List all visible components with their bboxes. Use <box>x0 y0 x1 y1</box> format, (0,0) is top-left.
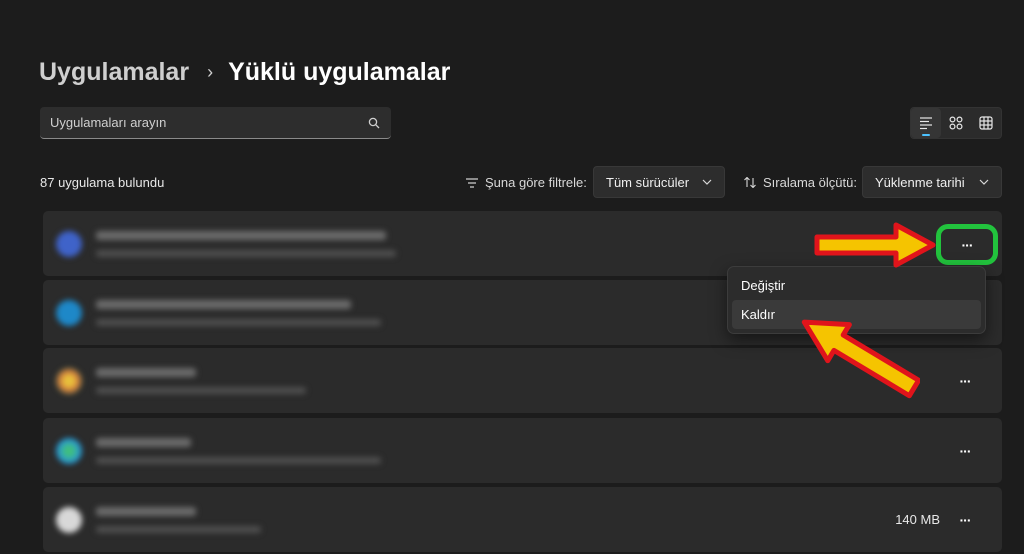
filter-dropdown-value: Tüm sürücüler <box>606 174 690 190</box>
sort-dropdown[interactable]: Yüklenme tarihi <box>862 166 1002 198</box>
app-list-item[interactable]: ··· <box>43 418 1002 483</box>
menu-item-uninstall[interactable]: Kaldır <box>732 300 981 329</box>
app-name-redacted <box>96 231 386 240</box>
app-size: 140 MB <box>895 512 940 527</box>
sort-label-text: Sıralama ölçütü: <box>763 175 857 190</box>
search-icon[interactable] <box>367 116 381 130</box>
breadcrumb: Uygulamalar › Yüklü uygulamalar <box>39 58 450 87</box>
filter-label: Şuna göre filtrele: <box>466 175 587 190</box>
app-name-redacted <box>96 300 351 309</box>
sort-icon <box>744 177 756 188</box>
menu-item-modify[interactable]: Değiştir <box>732 271 981 300</box>
app-name-redacted <box>96 438 191 447</box>
more-options-button-highlighted[interactable]: ··· <box>936 224 998 265</box>
search-input[interactable] <box>50 115 367 130</box>
app-details-redacted <box>96 250 396 257</box>
filter-label-text: Şuna göre filtrele: <box>485 175 587 190</box>
view-mode-switch <box>910 107 1002 139</box>
list-view-button[interactable] <box>911 108 941 138</box>
results-count: 87 uygulama bulundu <box>40 175 165 190</box>
list-view-icon <box>920 117 932 130</box>
breadcrumb-parent-link[interactable]: Uygulamalar <box>39 58 189 87</box>
tile-view-button[interactable] <box>971 108 1001 138</box>
app-details-redacted <box>96 526 261 533</box>
filter-dropdown[interactable]: Tüm sürücüler <box>593 166 725 198</box>
app-icon <box>56 368 82 394</box>
grid-view-button[interactable] <box>941 108 971 138</box>
more-options-button[interactable]: ··· <box>954 370 976 392</box>
more-options-button[interactable]: ··· <box>954 509 976 531</box>
app-icon <box>56 507 82 533</box>
chevron-down-icon <box>979 179 989 185</box>
chevron-down-icon <box>702 179 712 185</box>
tile-view-icon <box>979 116 993 130</box>
more-options-button[interactable]: ··· <box>954 440 976 462</box>
chevron-right-icon: › <box>207 62 214 82</box>
app-icon <box>56 231 82 257</box>
app-list-item[interactable]: 140 MB ··· <box>43 487 1002 552</box>
context-menu: Değiştir Kaldır <box>727 266 986 334</box>
app-name-redacted <box>96 368 196 377</box>
app-icon <box>56 300 82 326</box>
page-title: Yüklü uygulamalar <box>228 58 451 86</box>
app-icon <box>56 438 82 464</box>
filter-icon <box>466 177 478 188</box>
sort-dropdown-value: Yüklenme tarihi <box>875 174 965 190</box>
search-box[interactable] <box>40 107 391 139</box>
app-name-redacted <box>96 507 196 516</box>
app-details-redacted <box>96 319 381 326</box>
sort-label: Sıralama ölçütü: <box>744 175 857 190</box>
app-details-redacted <box>96 387 306 394</box>
grid-view-icon <box>949 116 963 130</box>
app-details-redacted <box>96 457 381 464</box>
app-list-item[interactable]: ··· <box>43 348 1002 413</box>
